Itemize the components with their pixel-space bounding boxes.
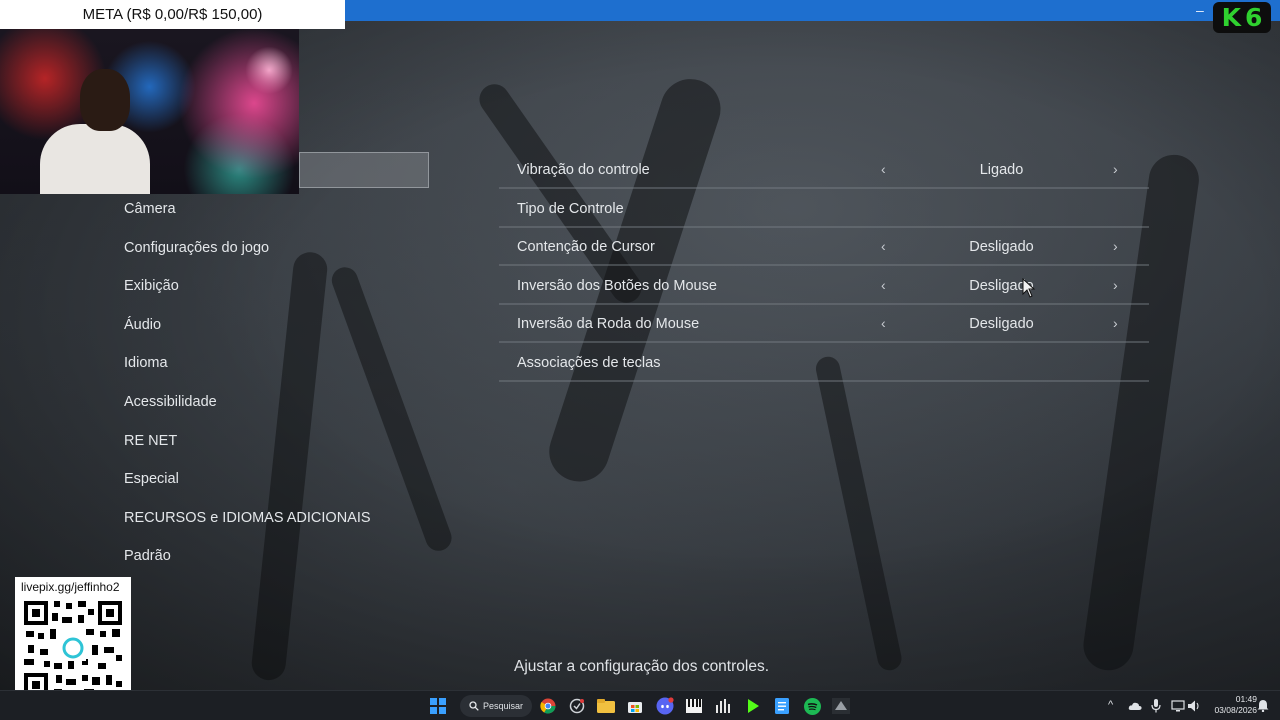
option-value: Desligado [969,316,1034,332]
menu-item-additional-resources[interactable]: RECURSOS e IDIOMAS ADICIONAIS [124,510,371,526]
menu-item-special[interactable]: Especial [124,471,179,487]
option-row-controller-type[interactable]: Tipo de Controle [499,190,1149,228]
audio-app-icon[interactable] [713,696,733,716]
arrow-right-icon[interactable]: › [1113,277,1118,293]
network-icon[interactable] [1171,700,1185,712]
notification-bell-icon[interactable] [1257,699,1269,712]
option-label: Inversão da Roda do Mouse [517,316,700,332]
hint-text: Ajustar a configuração dos controles. [513,658,770,675]
menu-selection-highlight [299,152,429,188]
arrow-left-icon[interactable]: ‹ [881,277,886,293]
option-label: Associações de teclas [517,355,661,371]
clock-time: 01:49 [1235,694,1257,704]
menu-item-language[interactable]: Idioma [124,355,168,371]
qr-code-panel: livepix.gg/jeffinho2 [15,577,131,704]
notepad-icon[interactable] [772,696,792,716]
menu-item-audio[interactable]: Áudio [124,317,161,333]
windows-taskbar: Pesquisar ^ 01:49 03/08/2026 [0,690,1280,720]
menu-item-accessibility[interactable]: Acessibilidade [124,394,217,410]
option-label: Tipo de Controle [517,201,624,217]
microphone-icon[interactable] [1151,699,1161,713]
spotify-icon[interactable] [802,696,822,716]
option-row-mouse-wheel-inversion[interactable]: Inversão da Roda do Mouse ‹ Desligado › [499,305,1149,343]
option-label: Contenção de Cursor [517,239,655,255]
arrow-left-icon[interactable]: ‹ [881,161,886,177]
onedrive-icon[interactable] [1128,700,1142,712]
search-label: Pesquisar [482,701,524,711]
arrow-right-icon[interactable]: › [1113,238,1118,254]
streamer-body [40,124,150,194]
k6-logo-number: 6 [1244,3,1263,32]
minimize-icon[interactable]: – [1196,2,1204,18]
option-label: Vibração do controle [517,162,650,178]
taskbar-clock[interactable]: 01:49 03/08/2026 [1203,694,1257,716]
qr-code-icon [22,599,124,699]
option-value: Desligado [969,278,1034,294]
option-value: Ligado [979,162,1024,178]
qr-url: livepix.gg/jeffinho2 [21,580,120,594]
taskbar-search[interactable]: Pesquisar [460,695,532,717]
menu-item-camera[interactable]: Câmera [124,201,176,217]
piano-icon[interactable] [684,696,704,716]
k6-logo: K 6 [1213,2,1271,33]
chevron-up-icon[interactable]: ^ [1108,699,1113,711]
menu-item-re-net[interactable]: RE NET [124,433,177,449]
windows-start-icon[interactable] [428,696,448,716]
mouse-cursor-icon [1022,278,1036,298]
menu-item-display[interactable]: Exibição [124,278,179,294]
option-label: Inversão dos Botões do Mouse [517,278,717,294]
webcam-overlay [0,29,299,194]
menu-item-game-settings[interactable]: Configurações do jogo [124,240,269,256]
donation-goal-label: META (R$ 0,00/R$ 150,00) [82,6,263,23]
discord-icon[interactable] [655,696,675,716]
chrome-icon[interactable] [538,696,558,716]
game-icon[interactable] [831,696,851,716]
streamer-head [80,69,130,131]
play-icon[interactable] [743,696,763,716]
option-row-key-bindings[interactable]: Associações de teclas [499,344,1149,382]
arrow-right-icon[interactable]: › [1113,161,1118,177]
file-explorer-icon[interactable] [596,696,616,716]
arrow-left-icon[interactable]: ‹ [881,238,886,254]
volume-icon[interactable] [1187,699,1201,713]
donation-goal-banner: META (R$ 0,00/R$ 150,00) [0,0,345,29]
option-row-controller-vibration[interactable]: Vibração do controle ‹ Ligado › [499,151,1149,189]
app-icon[interactable] [567,696,587,716]
arrow-left-icon[interactable]: ‹ [881,315,886,331]
arrow-right-icon[interactable]: › [1113,315,1118,331]
option-row-cursor-containment[interactable]: Contenção de Cursor ‹ Desligado › [499,228,1149,266]
clock-date: 03/08/2026 [1214,705,1257,715]
store-icon[interactable] [625,696,645,716]
menu-item-default[interactable]: Padrão [124,548,171,564]
search-icon [469,701,479,711]
option-value: Desligado [969,239,1034,255]
k6-logo-letter: K [1221,3,1241,32]
option-row-mouse-button-inversion[interactable]: Inversão dos Botões do Mouse ‹ Desligado… [499,267,1149,305]
